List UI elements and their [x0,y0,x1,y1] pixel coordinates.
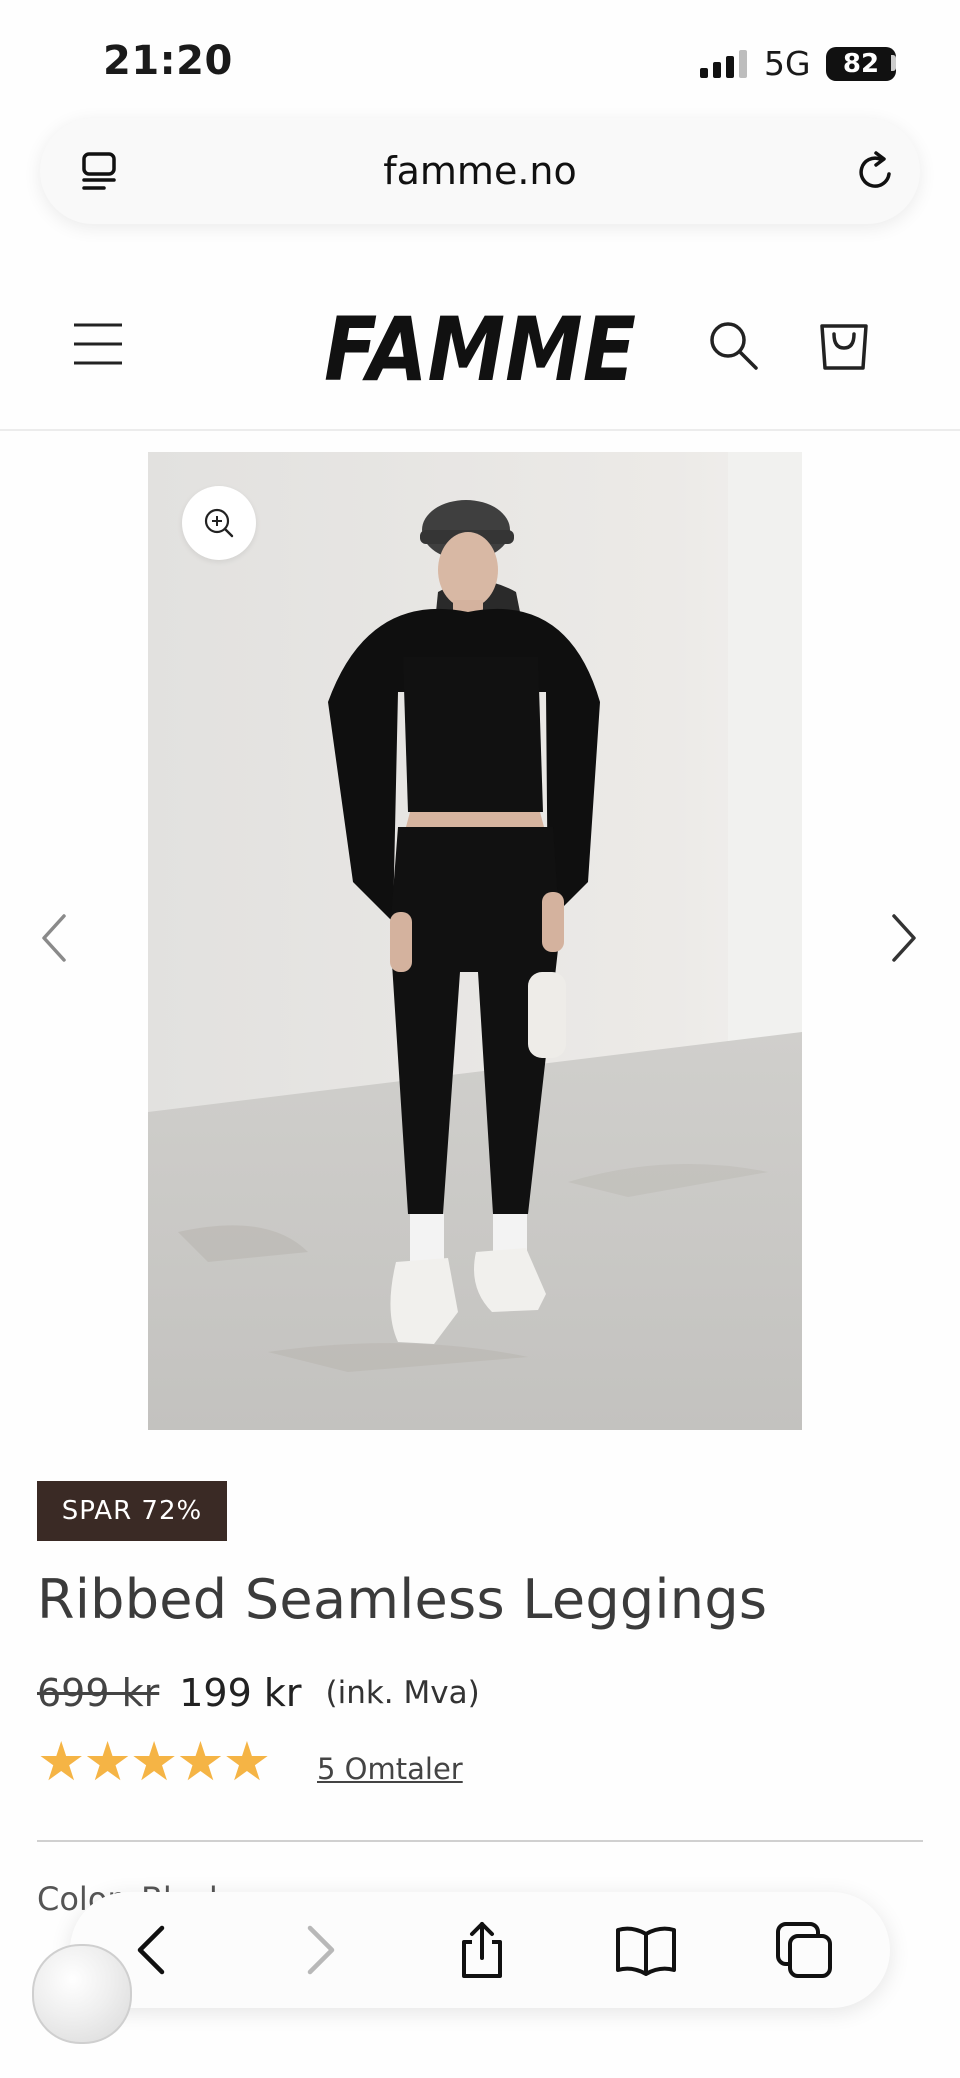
search-icon[interactable] [706,318,760,372]
old-price: 699 kr [37,1670,160,1715]
reload-icon[interactable] [854,150,898,194]
status-time: 21:20 [103,38,233,84]
chevron-right-icon[interactable] [886,912,920,964]
star-icon: ★ [37,1730,86,1793]
rating-stars: ★★★★★ [37,1730,272,1793]
sale-price: 199 kr [179,1670,302,1715]
star-icon: ★ [222,1730,272,1793]
battery-cap [891,55,896,71]
product-title: Ribbed Seamless Leggings [37,1568,768,1631]
signal-icon [700,50,747,78]
product-image[interactable] [148,452,802,1430]
zoom-button[interactable] [182,486,256,560]
network-label: 5G [764,44,811,83]
star-icon: ★ [83,1730,132,1793]
reviews-link[interactable]: 5 Omtaler [317,1752,463,1786]
logo-text: FAMME [324,298,636,394]
chevron-left-icon[interactable] [38,912,72,964]
bookmarks-icon[interactable] [614,1920,678,1980]
url-text[interactable]: famme.no [40,118,920,224]
battery-indicator: 82 [826,47,896,81]
browser-toolbar [70,1892,890,2008]
info-divider [37,1840,923,1842]
cart-icon[interactable] [817,318,871,372]
discount-badge: SPAR 72% [37,1481,227,1541]
back-icon[interactable] [124,1920,184,1980]
menu-icon[interactable] [74,322,122,366]
tabs-icon[interactable] [774,1920,836,1980]
zoom-icon[interactable] [182,486,256,560]
star-icon: ★ [176,1730,225,1793]
header-divider [0,429,960,431]
floating-action-button[interactable] [32,1944,132,2044]
star-icon: ★ [129,1730,179,1793]
forward-icon[interactable] [288,1920,348,1980]
vat-note: (ink. Mva) [325,1674,480,1711]
site-logo[interactable]: FAMME [320,298,640,394]
price-row: 699 kr 199 kr (ink. Mva) [37,1668,480,1718]
share-icon[interactable] [452,1920,512,1980]
address-bar[interactable]: famme.no [40,118,920,224]
